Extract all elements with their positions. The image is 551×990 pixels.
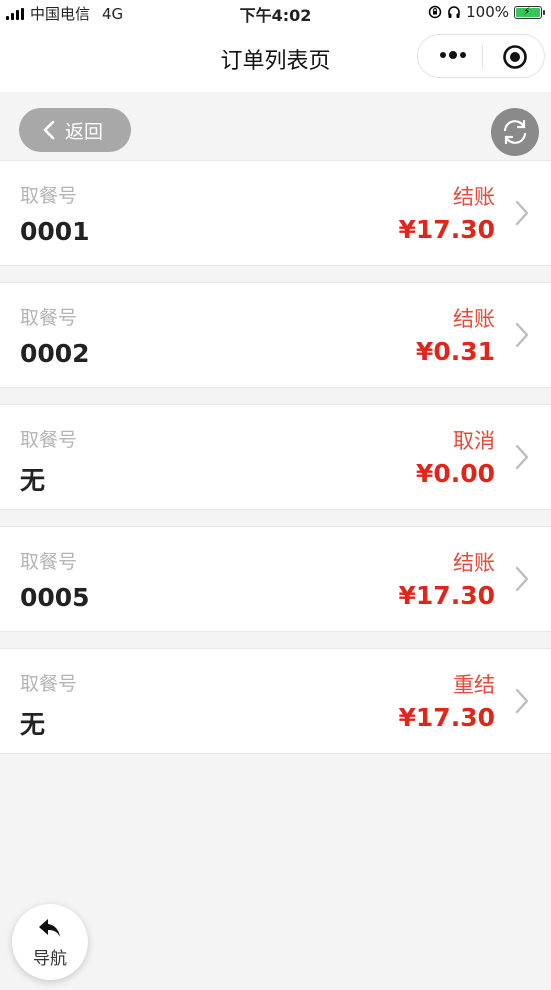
pickup-number: 0002 <box>20 339 90 368</box>
more-dots-icon[interactable] <box>438 48 468 62</box>
order-status: 结账 <box>453 551 495 575</box>
pickup-number: 0005 <box>20 583 90 612</box>
pickup-number-label: 取餐号 <box>20 185 78 207</box>
order-item[interactable]: 取餐号 0005 结账 ¥17.30 <box>0 526 551 632</box>
order-amount: ¥0.31 <box>415 337 495 366</box>
target-close-icon[interactable] <box>502 44 528 70</box>
order-item[interactable]: 取餐号 无 取消 ¥0.00 <box>0 404 551 510</box>
pickup-number: 无 <box>20 466 46 495</box>
battery-percent: 100% <box>466 3 509 21</box>
navigation-button[interactable]: 导航 <box>12 904 88 980</box>
orientation-lock-icon <box>428 5 442 19</box>
miniprogram-capsule <box>417 34 545 78</box>
back-button-label: 返回 <box>65 120 104 143</box>
chevron-right-icon <box>515 322 529 348</box>
order-list: 取餐号 0001 结账 ¥17.30 取餐号 0002 结账 ¥0.31 取餐号… <box>0 160 551 770</box>
chevron-right-icon <box>515 688 529 714</box>
order-status: 取消 <box>453 429 495 453</box>
order-status: 结账 <box>453 307 495 331</box>
chevron-left-icon <box>43 120 55 140</box>
pickup-number: 0001 <box>20 217 90 246</box>
refresh-icon <box>503 119 527 145</box>
reply-arrow-icon <box>39 919 60 937</box>
chevron-right-icon <box>515 566 529 592</box>
order-item[interactable]: 取餐号 无 重结 ¥17.30 <box>0 648 551 754</box>
order-amount: ¥17.30 <box>398 703 495 732</box>
order-status: 结账 <box>453 185 495 209</box>
status-bar: 中国电信 4G 下午4:02 100% ⚡ <box>0 0 551 25</box>
order-amount: ¥17.30 <box>398 215 495 244</box>
headphones-icon <box>448 6 460 18</box>
pickup-number-label: 取餐号 <box>20 429 78 451</box>
refresh-button[interactable] <box>491 108 539 156</box>
toolbar: 返回 <box>0 92 551 160</box>
order-item[interactable]: 取餐号 0002 结账 ¥0.31 <box>0 282 551 388</box>
pickup-number-label: 取餐号 <box>20 551 78 573</box>
back-button[interactable]: 返回 <box>19 108 131 152</box>
pickup-number-label: 取餐号 <box>20 673 78 695</box>
capsule-divider <box>482 45 483 69</box>
order-status: 重结 <box>453 673 495 697</box>
chevron-right-icon <box>515 444 529 470</box>
order-amount: ¥0.00 <box>415 459 495 488</box>
pickup-number-label: 取餐号 <box>20 307 78 329</box>
nav-bar: 订单列表页 <box>0 24 551 92</box>
navigation-label: 导航 <box>33 949 67 969</box>
battery-cap <box>543 9 545 15</box>
status-bar-right: 100% ⚡ <box>428 3 545 21</box>
order-item[interactable]: 取餐号 0001 结账 ¥17.30 <box>0 160 551 266</box>
pickup-number: 无 <box>20 710 46 739</box>
battery-charging-icon: ⚡ <box>514 5 542 19</box>
order-amount: ¥17.30 <box>398 581 495 610</box>
chevron-right-icon <box>515 200 529 226</box>
